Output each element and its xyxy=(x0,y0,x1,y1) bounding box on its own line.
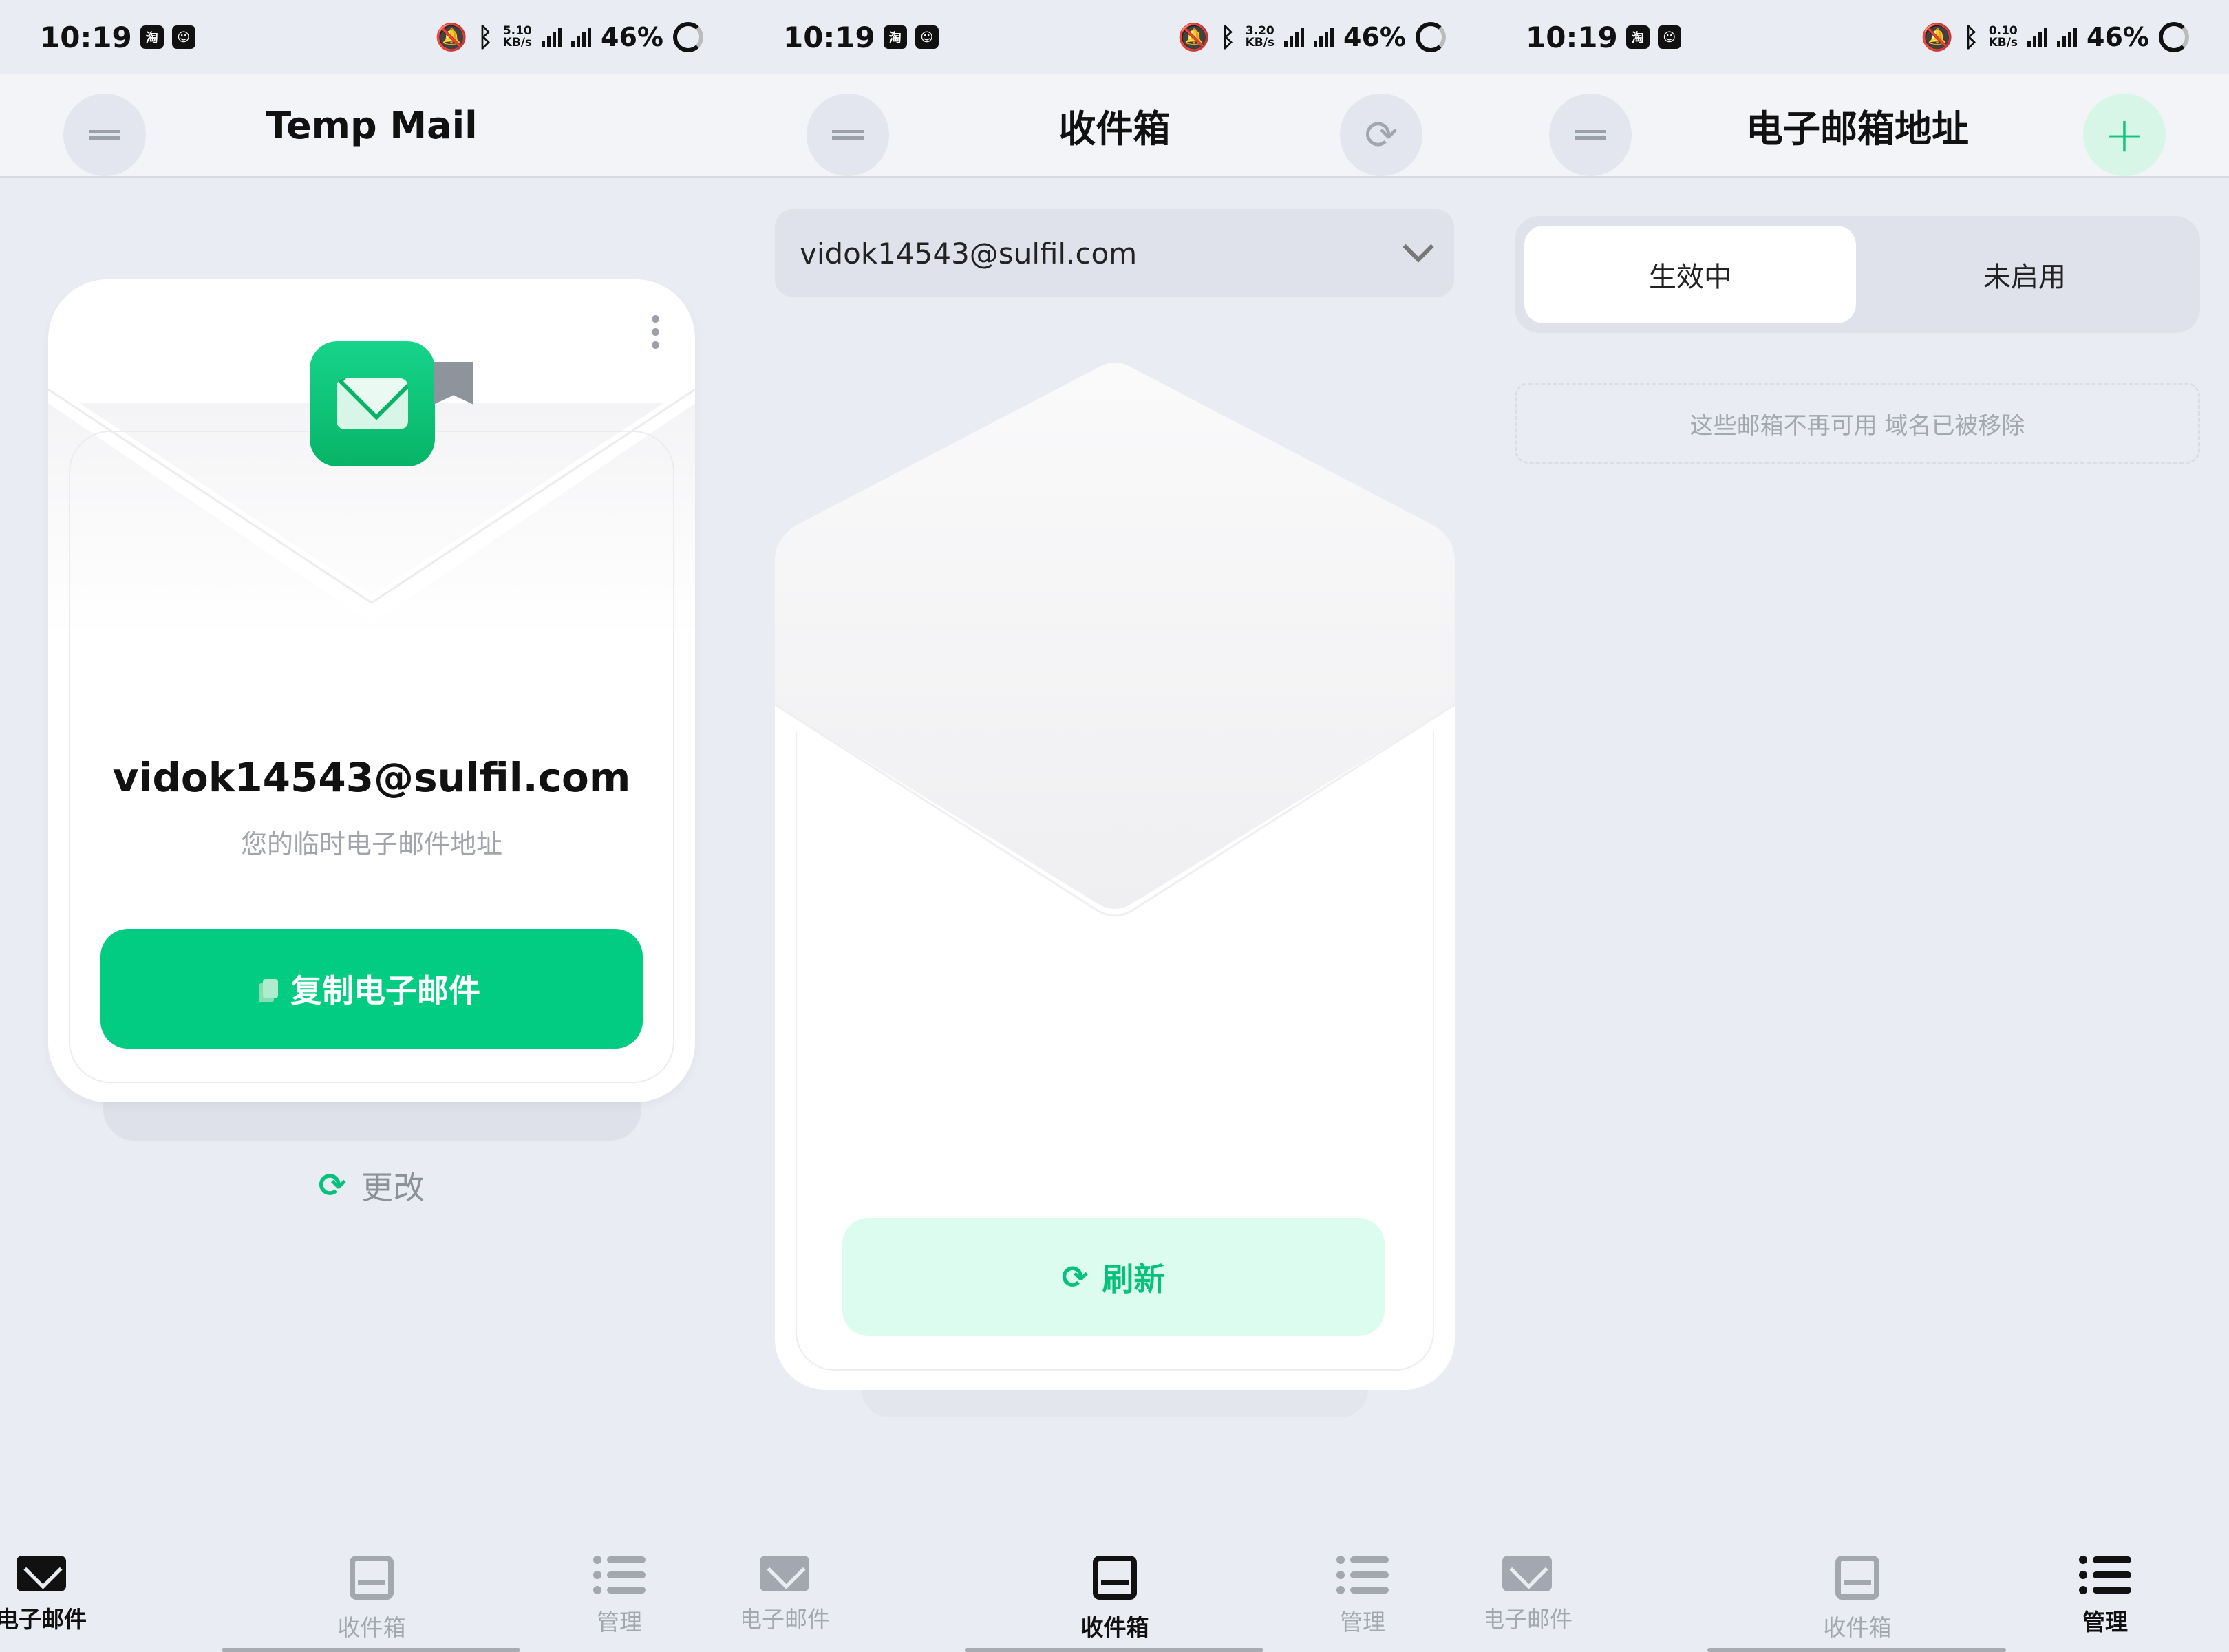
refresh-icon: ⟳ xyxy=(1061,1258,1089,1296)
mail-icon xyxy=(760,1556,809,1591)
nav-inbox[interactable]: 收件箱 xyxy=(1789,1556,1926,1642)
app-notification-icon: ☺ xyxy=(171,25,195,49)
tab-inactive[interactable]: 未启用 xyxy=(1859,226,2190,323)
list-icon xyxy=(1336,1556,1389,1594)
network-speed: 3.20 KB/s xyxy=(1245,24,1275,50)
bottom-nav: 电子邮件 收件箱 管理 xyxy=(743,1521,1486,1652)
top-app-bar: Temp Mail xyxy=(0,74,743,178)
refresh-inbox-button[interactable]: ⟳ 刷新 xyxy=(842,1218,1385,1336)
app-notification-icon: ☺ xyxy=(1657,25,1681,49)
nav-inbox[interactable]: 收件箱 xyxy=(303,1556,440,1642)
nav-manage[interactable]: 管理 xyxy=(1294,1556,1431,1637)
battery-percent: 46% xyxy=(601,22,663,52)
app-notification-icon: ☺ xyxy=(915,25,939,49)
battery-percent: 46% xyxy=(1343,22,1406,52)
taobao-icon: 淘 xyxy=(140,25,164,49)
list-icon xyxy=(593,1556,646,1594)
battery-ring-icon xyxy=(673,22,703,52)
clock: 10:19 xyxy=(1526,20,1618,54)
mute-icon: 🔕 xyxy=(1921,21,1954,52)
nav-inbox[interactable]: 收件箱 xyxy=(1046,1556,1184,1642)
top-app-bar: 电子邮箱地址 + xyxy=(1486,74,2229,178)
empty-inbox-envelope: ⟳ 刷新 xyxy=(775,361,1455,1390)
temp-mail-logo-icon xyxy=(310,341,435,466)
empty-notice: 这些邮箱不再可用 域名已被移除 xyxy=(1515,383,2200,464)
clock: 10:19 xyxy=(783,20,875,54)
page-title: Temp Mail xyxy=(266,103,478,147)
email-select[interactable]: vidok14543@sulfil.com xyxy=(775,209,1454,297)
nav-email[interactable]: 电子邮件 xyxy=(0,1556,110,1634)
home-indicator xyxy=(1707,1648,2006,1652)
top-app-bar: 收件箱 ⟳ xyxy=(743,74,1486,178)
home-indicator xyxy=(222,1648,520,1652)
add-email-button[interactable]: + xyxy=(2083,94,2166,176)
screen-inbox: 10:19 淘 ☺ 🔕 ᛒ 3.20 KB/s 46% 收件箱 ⟳ vidok14… xyxy=(743,0,1486,1652)
email-subtitle: 您的临时电子邮件地址 xyxy=(240,829,502,859)
nav-email[interactable]: 电子邮件 xyxy=(743,1556,853,1634)
taobao-icon: 淘 xyxy=(883,25,907,49)
plus-icon: + xyxy=(2104,107,2145,163)
inbox-icon xyxy=(1835,1556,1879,1600)
copy-icon xyxy=(263,979,278,998)
battery-ring-icon xyxy=(2159,22,2189,52)
copy-email-button[interactable]: 复制电子邮件 xyxy=(100,929,643,1049)
bluetooth-icon: ᛒ xyxy=(1963,22,1979,52)
nav-manage[interactable]: 管理 xyxy=(2036,1556,2174,1637)
clock: 10:19 xyxy=(40,20,132,54)
inbox-icon xyxy=(1093,1556,1137,1600)
email-address: vidok14543@sulfil.com xyxy=(112,754,631,801)
mute-icon: 🔕 xyxy=(435,21,468,52)
refresh-button[interactable]: ⟳ xyxy=(1340,94,1422,176)
network-speed: 0.10 KB/s xyxy=(1988,24,2018,50)
signal-icon-2 xyxy=(2057,27,2078,47)
mute-icon: 🔕 xyxy=(1177,21,1211,52)
battery-ring-icon xyxy=(1416,22,1446,52)
inbox-icon xyxy=(350,1556,394,1600)
more-options-icon[interactable] xyxy=(652,315,659,349)
signal-icon xyxy=(2027,27,2048,47)
tab-active[interactable]: 生效中 xyxy=(1524,226,1856,323)
mail-icon xyxy=(1502,1556,1552,1591)
nav-manage[interactable]: 管理 xyxy=(551,1556,688,1637)
battery-percent: 46% xyxy=(2087,22,2149,52)
bottom-nav: 电子邮件 收件箱 管理 xyxy=(0,1521,743,1652)
change-button[interactable]: ⟳ 更改 xyxy=(0,1163,743,1208)
nav-email[interactable]: 电子邮件 xyxy=(1486,1556,1596,1634)
status-tabs: 生效中 未启用 xyxy=(1515,216,2200,333)
email-card: vidok14543@sulfil.com 您的临时电子邮件地址 复制电子邮件 xyxy=(48,279,695,1102)
screen-manage: 10:19 淘 ☺ 🔕 ᛒ 0.10 KB/s 46% 电子邮箱地址 + 生效中 … xyxy=(1486,0,2229,1652)
signal-icon-2 xyxy=(1314,27,1334,47)
signal-icon xyxy=(1284,27,1305,47)
list-icon xyxy=(2079,1556,2131,1594)
signal-icon-2 xyxy=(571,27,592,47)
taobao-icon: 淘 xyxy=(1625,25,1650,49)
refresh-icon: ⟳ xyxy=(1364,111,1398,158)
home-indicator xyxy=(965,1648,1263,1652)
mail-icon xyxy=(17,1556,66,1591)
selected-email: vidok14543@sulfil.com xyxy=(800,236,1138,270)
signal-icon xyxy=(542,27,562,47)
bottom-nav: 电子邮件 收件箱 管理 xyxy=(1486,1521,2229,1652)
bluetooth-icon: ᛒ xyxy=(477,22,493,52)
refresh-icon: ⟳ xyxy=(318,1166,347,1205)
screen-email: 10:19 淘 ☺ 🔕 ᛒ 5.10 KB/s 46% Temp Mail vi… xyxy=(0,0,743,1652)
network-speed: 5.10 KB/s xyxy=(502,24,533,50)
chevron-down-icon xyxy=(1403,231,1434,263)
bluetooth-icon: ᛒ xyxy=(1219,22,1236,52)
